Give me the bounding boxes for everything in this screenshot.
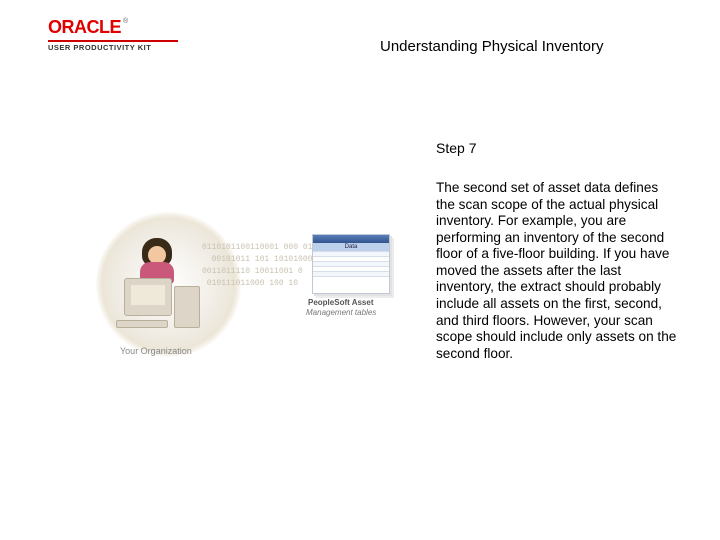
db-label-line2: Management tables bbox=[306, 308, 376, 317]
illustration: 0110101100110001 000 01 00101011 101 101… bbox=[62, 212, 392, 392]
brand-main: ORACLE bbox=[48, 17, 121, 37]
brand-tm: ® bbox=[123, 18, 128, 25]
data-stream-icon: 0110101100110001 000 01 00101011 101 101… bbox=[202, 242, 317, 290]
db-inset-title: Data bbox=[313, 243, 389, 251]
brand-logo: ORACLE® USER PRODUCTIVITY KIT bbox=[48, 18, 198, 52]
body-copy: The second set of asset data defines the… bbox=[436, 180, 680, 362]
step-label: Step 7 bbox=[436, 140, 476, 156]
workstation-caption: Your Organization bbox=[120, 346, 192, 356]
brand-rule bbox=[48, 40, 178, 42]
database-table-icon: Data bbox=[312, 234, 390, 294]
page-title: Understanding Physical Inventory bbox=[380, 38, 603, 55]
db-label-line1: PeopleSoft Asset bbox=[308, 298, 374, 307]
person-icon bbox=[136, 238, 180, 282]
brand-sub: USER PRODUCTIVITY KIT bbox=[48, 43, 198, 52]
